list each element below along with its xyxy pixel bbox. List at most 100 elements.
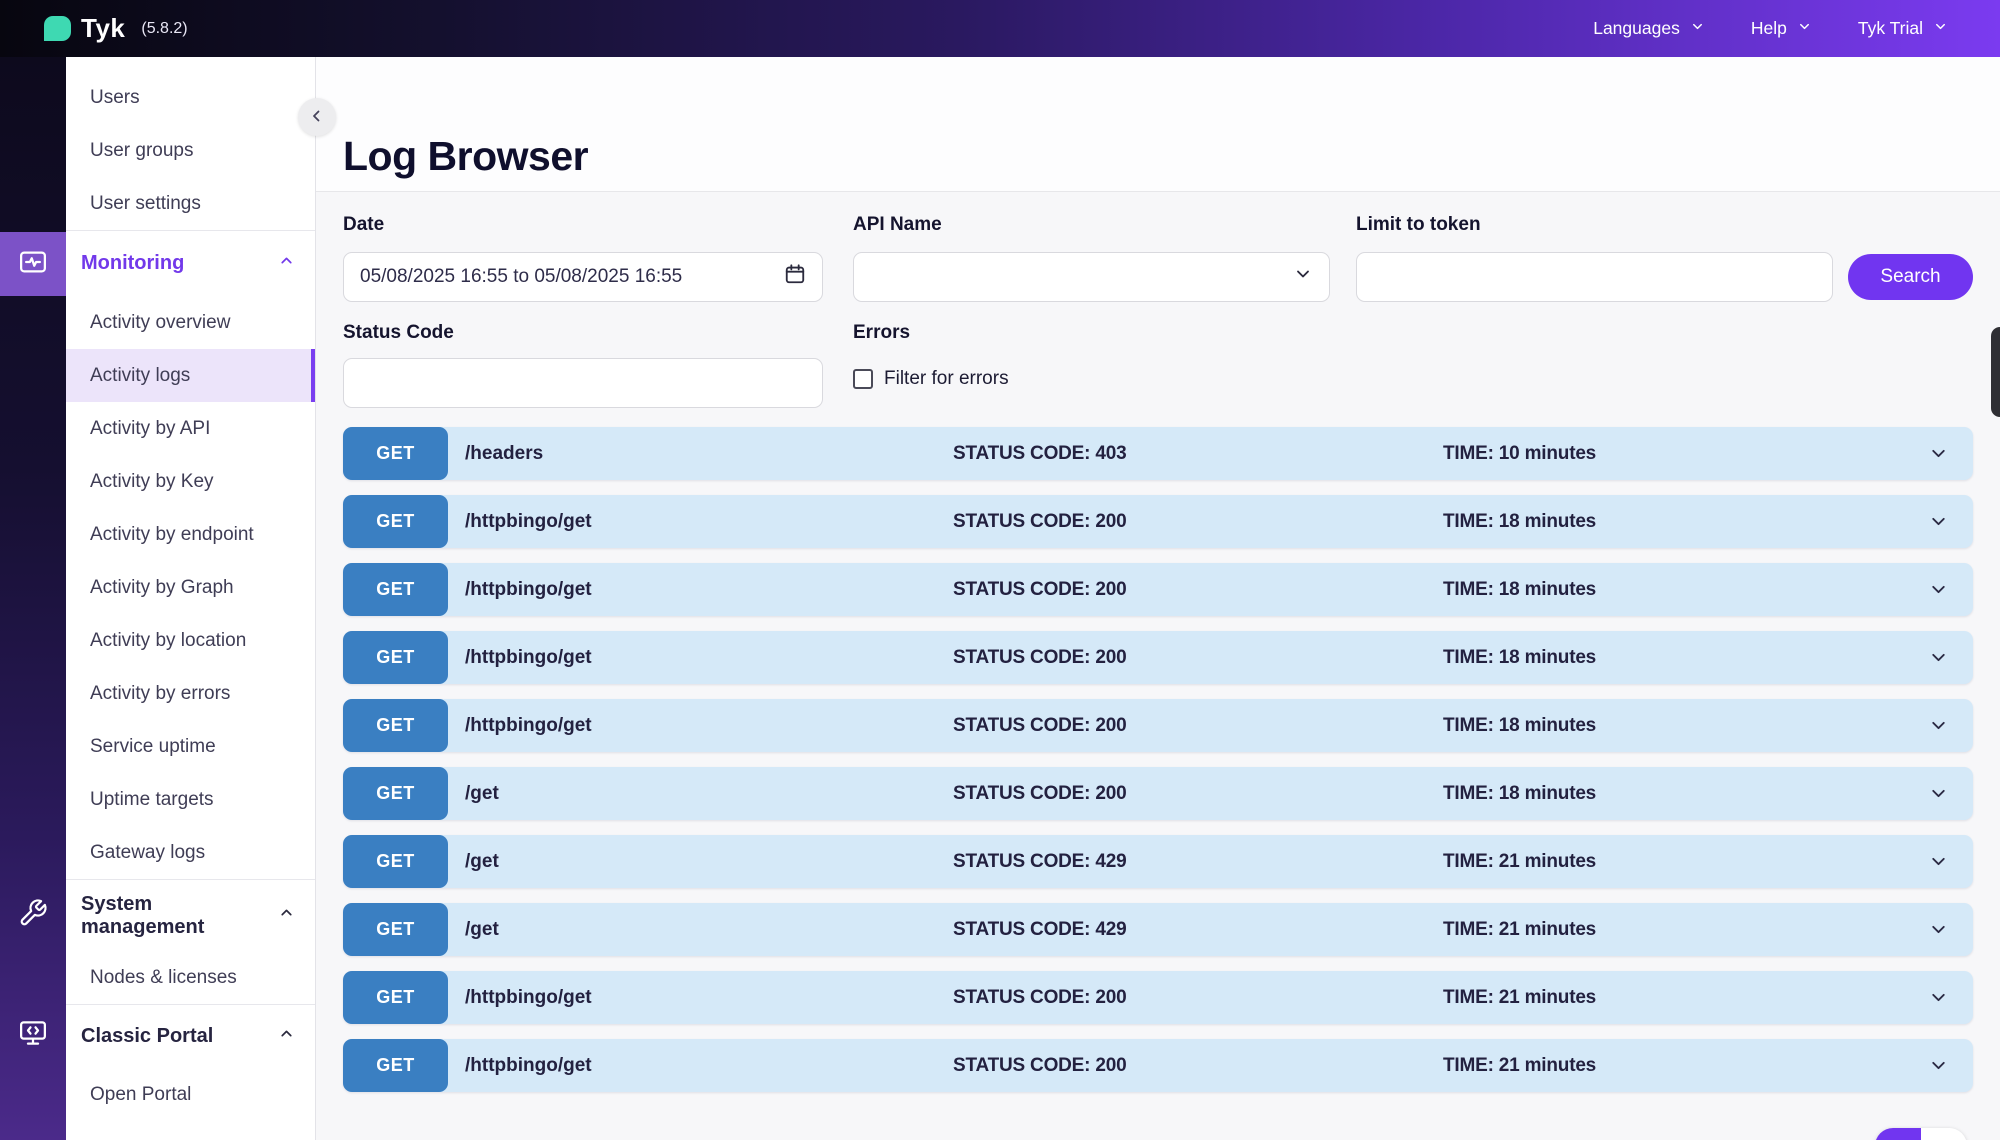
sidebar-item-label: Open Portal [90,1084,191,1106]
log-path: /headers [465,443,543,465]
date-label: Date [343,214,384,236]
sidebar-collapse-button[interactable] [298,98,336,136]
chevron-down-icon[interactable] [1928,715,1949,741]
menu-account[interactable]: Tyk Trial [1858,18,1948,39]
sidebar-item-activity-by-key[interactable]: Activity by Key [66,455,315,508]
brand[interactable]: Tyk (5.8.2) [44,13,188,44]
sidebar-item-label: Activity by Graph [90,577,234,599]
log-path: /httpbingo/get [465,715,592,737]
log-row[interactable]: GET /headers STATUS CODE: 403 TIME: 10 m… [343,427,1973,480]
chevron-down-icon[interactable] [1928,443,1949,469]
sidebar-item-label: Activity by API [90,418,210,440]
sidebar-item-users[interactable]: Users [66,71,315,124]
chevron-down-icon[interactable] [1928,851,1949,877]
log-row[interactable]: GET /httpbingo/get STATUS CODE: 200 TIME… [343,563,1973,616]
sidebar-item-gateway-logs[interactable]: Gateway logs [66,826,315,879]
log-row[interactable]: GET /httpbingo/get STATUS CODE: 200 TIME… [343,495,1973,548]
sidebar-item-nodes-licenses[interactable]: Nodes & licenses [66,951,315,1004]
limit-to-token-value[interactable] [1373,266,1816,288]
sidebar-item-label: User groups [90,140,194,162]
menu-account-label: Tyk Trial [1858,18,1923,39]
search-button[interactable]: Search [1848,254,1973,300]
filter-for-errors-text: Filter for errors [884,368,1009,390]
http-method-badge: GET [343,971,448,1024]
sidebar-item-activity-logs[interactable]: Activity logs [66,349,315,402]
log-row[interactable]: GET /httpbingo/get STATUS CODE: 200 TIME… [343,631,1973,684]
api-name-label: API Name [853,214,942,236]
log-status-code: STATUS CODE: 200 [953,715,1126,737]
chevron-down-icon[interactable] [1928,579,1949,605]
sidebar-item-activity-by-location[interactable]: Activity by location [66,614,315,667]
date-range-input[interactable] [343,252,823,302]
log-path: /get [465,783,499,805]
sidebar-item-activity-by-endpoint[interactable]: Activity by endpoint [66,508,315,561]
chevron-down-icon[interactable] [1928,987,1949,1013]
api-name-select[interactable] [853,252,1330,302]
http-method-badge: GET [343,1039,448,1092]
log-time: TIME: 18 minutes [1443,715,1596,737]
sidebar-item-activity-overview[interactable]: Activity overview [66,296,315,349]
api-name-value[interactable] [870,266,1293,288]
log-row[interactable]: GET /httpbingo/get STATUS CODE: 200 TIME… [343,1039,1973,1092]
version-label: (5.8.2) [141,20,187,38]
sidebar-item-label: Service uptime [90,736,216,758]
activity-monitor-icon [17,247,49,282]
chevron-up-icon [278,252,295,275]
chevron-up-icon [278,904,295,927]
sidebar-item-label: Activity logs [90,365,190,387]
log-path: /get [465,919,499,941]
sidebar-item-open-portal[interactable]: Open Portal [66,1068,315,1121]
sidebar-item-label: Uptime targets [90,789,214,811]
date-range-value[interactable] [360,266,784,288]
sidebar-item-label: User settings [90,193,201,215]
icon-rail [0,57,66,1140]
sidebar-item-activity-by-api[interactable]: Activity by API [66,402,315,455]
sidebar-item-activity-by-errors[interactable]: Activity by errors [66,667,315,720]
chevron-down-icon[interactable] [1928,1055,1949,1081]
chevron-down-icon [1293,264,1313,290]
log-row[interactable]: GET /get STATUS CODE: 200 TIME: 18 minut… [343,767,1973,820]
chevron-down-icon[interactable] [1928,647,1949,673]
sidebar-item-user-groups[interactable]: User groups [66,124,315,177]
log-status-code: STATUS CODE: 429 [953,851,1126,873]
log-time: TIME: 21 minutes [1443,851,1596,873]
menu-help[interactable]: Help [1751,18,1812,39]
chevron-down-icon[interactable] [1928,783,1949,809]
chevron-down-icon [1933,18,1948,39]
log-row[interactable]: GET /httpbingo/get STATUS CODE: 200 TIME… [343,699,1973,752]
status-code-value[interactable] [360,372,806,394]
sidebar-section-monitoring[interactable]: Monitoring [66,230,315,296]
page-title: Log Browser [343,133,588,180]
sidebar-item-label: Users [90,87,140,109]
rail-item-classic-portal[interactable] [0,1013,66,1057]
status-code-input[interactable] [343,358,823,408]
limit-to-token-input[interactable] [1356,252,1833,302]
log-time: TIME: 18 minutes [1443,647,1596,669]
chevron-down-icon[interactable] [1928,919,1949,945]
log-row[interactable]: GET /httpbingo/get STATUS CODE: 200 TIME… [343,971,1973,1024]
sidebar-item-service-uptime[interactable]: Service uptime [66,720,315,773]
sidebar-item-user-settings[interactable]: User settings [66,177,315,230]
sidebar-section-classic-portal[interactable]: Classic Portal [66,1004,315,1068]
filter-for-errors-checkbox[interactable] [853,369,873,389]
log-row[interactable]: GET /get STATUS CODE: 429 TIME: 21 minut… [343,903,1973,956]
sidebar-item-label: Activity by endpoint [90,524,254,546]
filter-for-errors-control[interactable]: Filter for errors [853,368,1009,390]
menu-languages[interactable]: Languages [1593,18,1705,39]
sidebar-item-label: Activity by errors [90,683,230,705]
sidebar-item-uptime-targets[interactable]: Uptime targets [66,773,315,826]
sidebar-section-system-management[interactable]: System management [66,879,315,951]
http-method-badge: GET [343,699,448,752]
sidebar-item-activity-by-graph[interactable]: Activity by Graph [66,561,315,614]
sidebar-item-label: Nodes & licenses [90,967,237,989]
feedback-side-tab[interactable] [1991,327,2000,417]
log-row[interactable]: GET /get STATUS CODE: 429 TIME: 21 minut… [343,835,1973,888]
topbar: Tyk (5.8.2) Languages Help Tyk Trial [0,0,2000,57]
log-status-code: STATUS CODE: 429 [953,919,1126,941]
rail-item-system-management[interactable] [0,893,66,937]
errors-label: Errors [853,322,910,344]
http-method-badge: GET [343,835,448,888]
chevron-down-icon[interactable] [1928,511,1949,537]
calendar-icon[interactable] [784,263,806,291]
rail-item-monitoring[interactable] [0,232,66,296]
